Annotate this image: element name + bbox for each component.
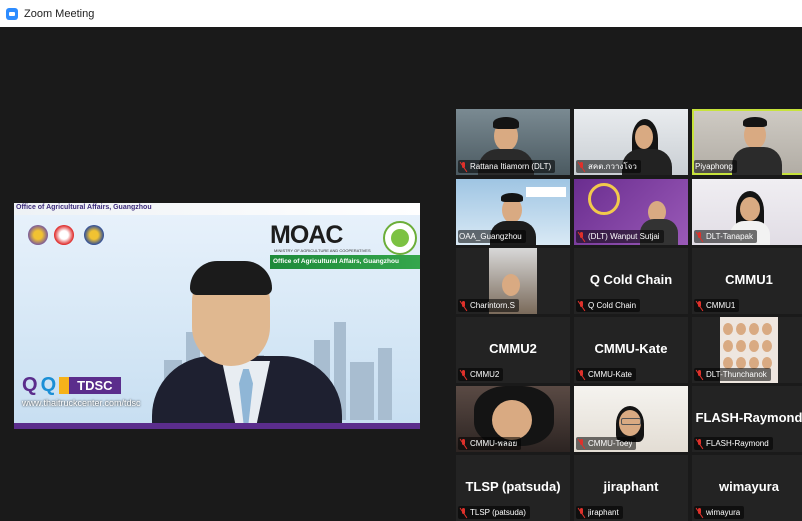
participant-tile[interactable]: สคต.กวางโจว [574,109,688,175]
participant-tile[interactable]: CMMU-Toey [574,386,688,452]
mic-muted-icon [577,231,586,242]
participant-display-name: CMMU2 [489,341,537,356]
participant-tile[interactable]: CMMU1 CMMU1 [692,248,802,314]
q-logo-icon-2: Q [40,373,57,396]
tdsc-logo: TDSC [59,376,121,394]
participant-name: Q Cold Chain [588,301,637,310]
q-logo-icon: Q [22,373,38,396]
active-speaker-video[interactable]: Office of Agricultural Affairs, Guangzho… [14,203,420,429]
participant-tile[interactable]: TLSP (patsuda) TLSP (patsuda) [456,455,570,521]
participant-name-label: CMMU-Toey [576,437,637,450]
zoom-app-icon [6,7,18,20]
participant-tile[interactable]: Piyaphong [692,109,802,175]
participant-tile[interactable]: DLT-Tanapak [692,179,802,245]
participant-name-label: DLT-Tanapak [694,230,757,243]
participant-name-label: TLSP (patsuda) [458,506,530,519]
mic-muted-icon [695,507,704,518]
slide-header-text: Office of Agricultural Affairs, Guangzho… [16,204,152,211]
participant-name-label: jiraphant [576,506,623,519]
participant-display-name: FLASH-Raymond [695,410,802,425]
participant-name: TLSP (patsuda) [470,508,526,517]
participant-name: OAA_Guangzhou [459,232,522,241]
mic-muted-icon [577,507,586,518]
participant-name: CMMU1 [706,301,736,310]
participant-name: Charintorn.S [470,301,515,310]
participant-name: DLT-Tanapak [706,232,753,241]
mic-muted-icon [459,369,468,380]
mic-muted-icon [459,161,468,172]
participant-name-label: สคต.กวางโจว [576,160,641,173]
mic-muted-icon [577,369,586,380]
participant-tile[interactable]: jiraphant jiraphant [574,455,688,521]
participant-name-label: CMMU1 [694,299,740,312]
participant-tile[interactable]: Rattana Itiamorn (DLT) [456,109,570,175]
participant-tile[interactable]: OAA_Guangzhou [456,179,570,245]
participant-name: Piyaphong [695,162,733,171]
participant-name-label: (DLT) Wanput Sutjai [576,230,664,243]
participant-name: DLT-Thunchanok [706,370,767,379]
participant-display-name: TLSP (patsuda) [465,479,561,494]
participant-tile[interactable]: Q Cold Chain Q Cold Chain [574,248,688,314]
participant-name-label: Q Cold Chain [576,299,641,312]
mic-muted-icon [577,300,586,311]
participant-tile[interactable]: DLT-Thunchanok [692,317,802,383]
participant-display-name: CMMU1 [725,272,773,287]
website-text: www.thaitruckcenter.com/tdsc [22,398,141,408]
participant-display-name: wimayura [719,479,779,494]
mic-muted-icon [459,507,468,518]
participant-tile[interactable]: (DLT) Wanput Sutjai [574,179,688,245]
participant-display-name: jiraphant [603,479,659,494]
participant-tile[interactable]: wimayura wimayura [692,455,802,521]
mic-muted-icon [577,161,586,172]
ministry-emblem-icon [84,225,104,245]
window-titlebar: Zoom Meeting [0,0,802,27]
slide-header-strip: Office of Agricultural Affairs, Guangzho… [14,203,420,215]
window-title: Zoom Meeting [24,7,95,20]
participant-name: (DLT) Wanput Sutjai [588,232,660,241]
moac-logo-text: MOAC [270,221,343,249]
mic-muted-icon [695,300,704,311]
participant-name-label: CMMU-พลอย [458,437,522,450]
moac-logo-icon [383,221,417,255]
participant-name-label: CMMU2 [458,368,504,381]
slide-bottom-bar [14,423,420,429]
participant-name: CMMU-Kate [588,370,633,379]
participant-name-label: wimayura [694,506,745,519]
participant-name: CMMU-Toey [588,439,633,448]
participant-name: CMMU-พลอย [470,439,518,448]
mic-muted-icon [695,231,704,242]
tdsc-logo-row: Q Q TDSC [22,374,121,396]
mic-muted-icon [459,438,468,449]
speaker-person [152,251,342,429]
participant-tile[interactable]: CMMU-Kate CMMU-Kate [574,317,688,383]
participant-display-name: Q Cold Chain [589,272,673,287]
participant-name-label: FLASH-Raymond [694,437,773,450]
mic-muted-icon [695,369,704,380]
participant-name: jiraphant [588,508,619,517]
participant-display-name: CMMU-Kate [594,341,668,356]
participant-name-label: Rattana Itiamorn (DLT) [458,160,556,173]
mic-muted-icon [695,438,704,449]
participant-name: FLASH-Raymond [706,439,769,448]
thai-emblem-icon [28,225,48,245]
participant-tile[interactable]: CMMU-พลอย [456,386,570,452]
participant-name: CMMU2 [470,370,500,379]
participant-name-label: DLT-Thunchanok [694,368,771,381]
participant-tile[interactable]: CMMU2 CMMU2 [456,317,570,383]
participant-tile[interactable]: Charintorn.S [456,248,570,314]
participant-name-label: OAA_Guangzhou [458,230,526,243]
dlt-emblem-icon [54,225,74,245]
participant-name-label: Piyaphong [694,160,737,173]
mic-muted-icon [577,438,586,449]
participant-name: สคต.กวางโจว [588,162,637,171]
participant-tile[interactable]: FLASH-Raymond FLASH-Raymond [692,386,802,452]
participant-name: Rattana Itiamorn (DLT) [470,162,552,171]
participant-name-label: Charintorn.S [458,299,519,312]
mic-muted-icon [459,300,468,311]
participant-name: wimayura [706,508,741,517]
participant-name-label: CMMU-Kate [576,368,637,381]
